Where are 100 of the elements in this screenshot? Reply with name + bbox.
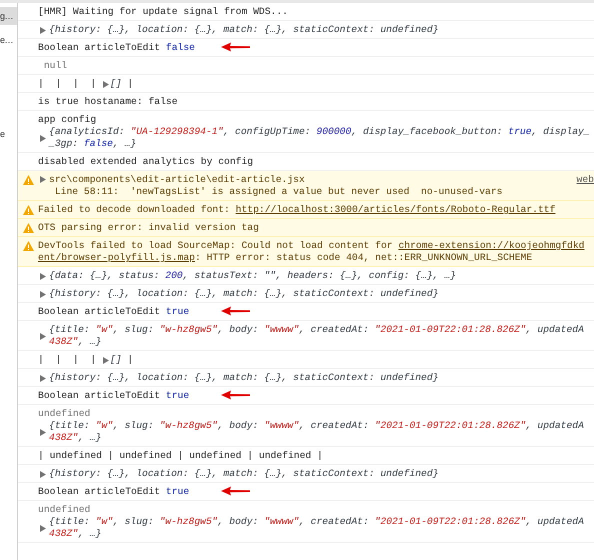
log-text: | [126,78,134,90]
object-preview: , slug: [112,516,155,528]
string-value: 438Z" [49,432,78,444]
object-preview: [] [110,78,122,90]
log-text: [HMR] Waiting for update signal from WDS... [38,6,288,18]
warning-icon [23,241,34,251]
boolean-value: true [166,390,190,402]
log-text: Boolean articleToEdit [38,486,162,498]
object-preview: {history: {…}, location: {…}, match: {…}, staticContext: undefined} [49,372,439,384]
string-value: "w" [96,420,113,432]
expand-triangle-icon[interactable] [40,428,46,436]
expand-triangle-icon[interactable] [40,470,46,478]
object-preview: , …} [78,432,102,444]
object-preview: {history: {…}, location: {…}, match: {…}, staticContext: undefined} [49,288,439,300]
object-preview: , slug: [112,420,155,432]
string-value: "2021-01-09T22:01:28.826Z" [374,324,526,336]
expand-triangle-icon[interactable] [40,272,46,280]
expand-triangle-icon[interactable] [40,176,46,183]
number-value: 900000 [316,126,352,138]
string-value: "2021-01-09T22:01:28.826Z" [374,420,526,432]
sidebar-item[interactable]: e [0,125,17,143]
object-preview: , slug: [112,324,155,336]
log-text: null [42,60,68,72]
object-preview: , statusText: "", headers: {…}, config: {…}, …} [182,270,456,282]
expand-triangle-icon[interactable] [102,80,109,88]
log-text: | | | | [38,354,98,366]
log-text: | undefined | undefined | undefined | undefined | [38,450,323,462]
string-value: "w-hz8gw5" [159,420,218,432]
warning-icon [23,223,34,233]
number-value: 200 [165,270,183,282]
object-preview: , body: [218,420,260,432]
object-preview: , …} [78,528,102,540]
object-preview: {history: {…}, location: {…}, match: {…}, staticContext: undefined} [49,468,439,480]
object-preview: , configUpTime: [223,126,312,138]
string-value: "UA-129298394-1" [130,126,224,138]
log-text: Boolean articleToEdit [38,42,162,54]
object-preview: , createdAt: [299,420,370,432]
source-link[interactable]: chrome-extension://koojeohmgfdkd [398,240,584,252]
log-text: src\components\edit-article\edit-article.jsx [49,174,305,186]
expand-triangle-icon[interactable] [40,524,46,532]
string-value: 438Z" [49,528,78,540]
object-preview: , createdAt: [299,324,370,336]
boolean-value: true [166,486,190,498]
log-text: OTS parsing error: invalid version tag [38,222,259,234]
expand-triangle-icon[interactable] [40,290,46,298]
log-text: Boolean articleToEdit [38,306,162,318]
string-value: "wwww" [264,324,300,336]
object-preview: , updatedA [526,420,584,432]
log-text: is true hostaname: false [38,96,178,108]
string-value: "w-hz8gw5" [159,324,218,336]
log-text: app config [38,114,96,126]
object-preview: , display_facebook_button: [351,126,504,138]
object-preview: _3gp: [49,138,80,150]
log-text: Failed to decode downloaded font: [38,204,231,216]
expand-triangle-icon[interactable] [40,134,46,142]
boolean-value: true [166,306,190,318]
log-text: disabled extended analytics by config [38,156,254,168]
object-preview: , createdAt: [299,516,370,528]
object-preview: {title: [49,324,91,336]
object-preview: [] [110,354,122,366]
sidebar-item[interactable]: g… [0,7,17,25]
log-text: Boolean articleToEdit [38,390,162,402]
object-preview: , display_ [532,126,590,138]
object-preview: {history: {…}, location: {…}, match: {…}, staticContext: undefined} [49,24,439,36]
object-preview: {title: [49,516,91,528]
boolean-value: false [166,42,195,54]
object-preview: , updatedA [526,324,584,336]
expand-triangle-icon[interactable] [40,332,46,340]
string-value: 438Z" [49,336,78,348]
boolean-value: false [84,138,113,150]
string-value: "2021-01-09T22:01:28.826Z" [374,516,526,528]
object-preview: {analyticsId: [49,126,126,138]
log-text: undefined [38,408,90,420]
string-value: "w" [96,324,113,336]
log-text: | [126,354,134,366]
object-preview: , …} [78,336,102,348]
object-preview: {data: {…}, status: [49,270,160,282]
string-value: "wwww" [264,516,300,528]
object-preview: , body: [218,324,260,336]
source-link[interactable]: ent/browser-polyfill.js.map [38,252,195,264]
boolean-value: true [508,126,532,138]
sidebar-item[interactable]: e… [0,31,17,49]
expand-triangle-icon[interactable] [40,26,46,34]
object-preview: , updatedA [526,516,584,528]
warning-icon [23,175,34,185]
expand-triangle-icon[interactable] [102,356,109,364]
log-text: | | | | [38,78,98,90]
object-preview: , body: [218,516,260,528]
log-text: Line 58:11: 'newTagsList' is assigned a value but never used no-unused-vars [54,186,502,198]
log-text: DevTools failed to load SourceMap: Could not load content for [38,240,394,252]
source-link[interactable]: http://localhost:3000/articles/fonts/Roboto-Regular.ttf [236,204,556,216]
string-value: "w-hz8gw5" [159,516,218,528]
log-text: : HTTP error: status code 404, net::ERR_UNKNOWN_URL_SCHEME [194,252,532,264]
log-text: undefined [38,504,90,516]
string-value: "wwww" [264,420,300,432]
source-link[interactable]: web [576,174,594,186]
expand-triangle-icon[interactable] [40,374,46,382]
string-value: "w" [96,516,113,528]
warning-icon [23,205,34,215]
object-preview: {title: [49,420,91,432]
